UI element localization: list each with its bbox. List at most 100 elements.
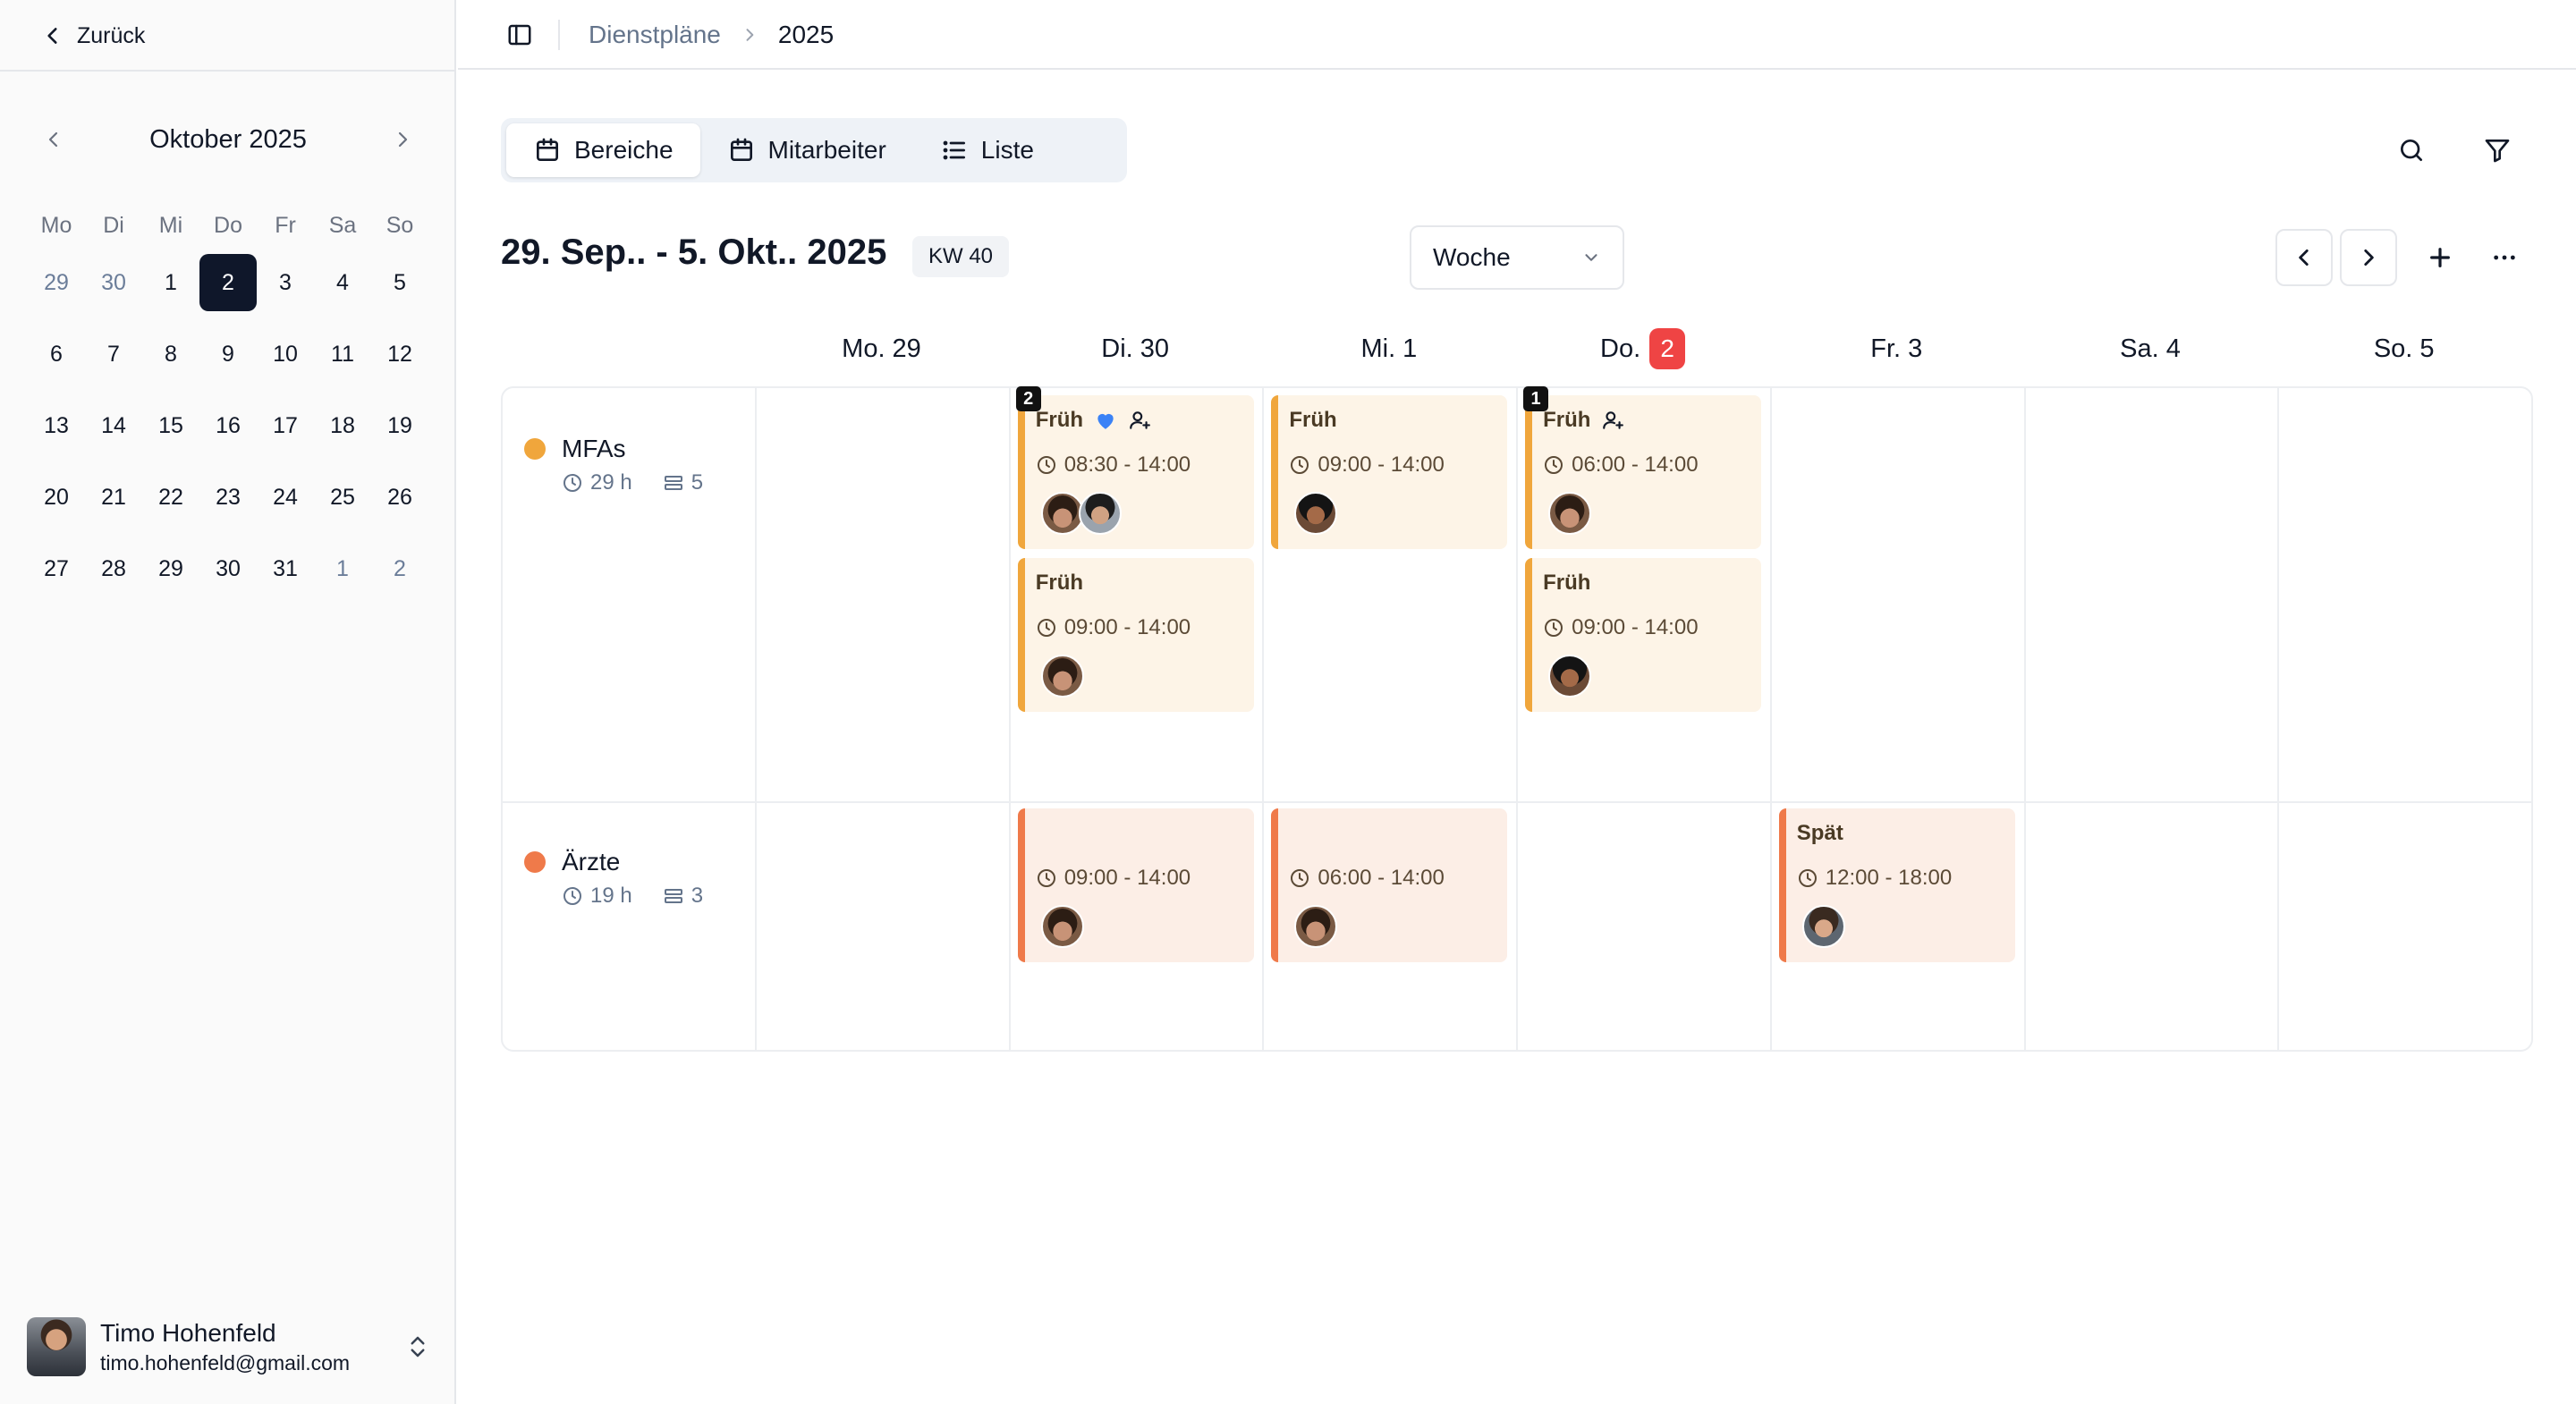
area-color-dot	[524, 438, 546, 460]
toolbar-divider	[558, 20, 560, 50]
avatar[interactable]	[1801, 905, 1845, 948]
shift-card[interactable]: Früh 09:00 - 14:00	[1271, 395, 1508, 549]
shift-card[interactable]: 1 Früh 06:00 - 14:00	[1523, 386, 1762, 549]
calendar-day[interactable]: 22	[142, 469, 199, 526]
calendar-day[interactable]: 14	[85, 397, 142, 454]
shift-count-badge: 2	[1015, 386, 1041, 411]
user-email: timo.hohenfeld@gmail.com	[100, 1350, 351, 1374]
shift-title: Früh	[1543, 571, 1591, 595]
shift-title-row: Früh	[1289, 408, 1336, 433]
assigned-staff	[1040, 655, 1084, 698]
more-options-button[interactable]	[2483, 236, 2526, 279]
view-range-select[interactable]: Woche	[1410, 225, 1624, 290]
breadcrumb-dienstplaene[interactable]: Dienstpläne	[589, 21, 721, 49]
calendar-day[interactable]: 19	[371, 397, 428, 454]
calendar-day[interactable]: 17	[257, 397, 314, 454]
shift-title: Früh	[1543, 408, 1591, 432]
prev-week-button[interactable]	[2275, 229, 2333, 286]
shift-card[interactable]: 2 Früh 08:30 - 14:00	[1015, 386, 1254, 549]
search-button[interactable]	[2390, 129, 2433, 172]
view-tabs: Bereiche Mitarbeiter Liste	[501, 118, 1127, 182]
tab-label: Bereiche	[574, 136, 674, 164]
calendar-day[interactable]: 30	[199, 540, 257, 597]
calendar-day[interactable]: 4	[314, 254, 371, 311]
avatar[interactable]	[1294, 492, 1338, 535]
filter-button[interactable]	[2476, 129, 2519, 172]
calendar-day[interactable]: 1	[314, 540, 371, 597]
calendar-weekday: Mo	[40, 212, 72, 238]
user-plus-icon[interactable]	[1601, 409, 1624, 432]
grid-row-divider	[503, 801, 2531, 803]
layers-icon	[664, 476, 682, 490]
calendar-day[interactable]: 20	[28, 469, 85, 526]
tab-mitarbeiter[interactable]: Mitarbeiter	[700, 123, 913, 177]
shift-title: Spät	[1796, 821, 1843, 845]
next-month-button[interactable]	[381, 118, 424, 161]
heart-icon	[1097, 413, 1114, 429]
calendar-day[interactable]: 7	[85, 326, 142, 383]
shift-card[interactable]: Früh 09:00 - 14:00	[1017, 558, 1254, 712]
calendar-day[interactable]: 8	[142, 326, 199, 383]
calendar-day[interactable]: 6	[28, 326, 85, 383]
shift-card[interactable]: Spät 12:00 - 18:00	[1778, 808, 2015, 962]
area-hours: 29 h	[590, 470, 632, 495]
avatar[interactable]	[1040, 492, 1084, 535]
shift-time-row: 09:00 - 14:00	[1289, 452, 1445, 478]
sidebar-toggle-button[interactable]	[503, 18, 537, 52]
calendar-day[interactable]: 31	[257, 540, 314, 597]
avatar[interactable]	[1040, 655, 1084, 698]
day-header: Do. 2	[1516, 324, 1769, 374]
calendar-day[interactable]: 15	[142, 397, 199, 454]
calendar-day[interactable]: 29	[28, 254, 85, 311]
calendar-day[interactable]: 24	[257, 469, 314, 526]
day-header: Di. 30	[1009, 324, 1262, 374]
calendar-day[interactable]: 25	[314, 469, 371, 526]
calendar-day[interactable]: 10	[257, 326, 314, 383]
calendar-day[interactable]: 21	[85, 469, 142, 526]
calendar-day[interactable]: 16	[199, 397, 257, 454]
calendar-day[interactable]: 23	[199, 469, 257, 526]
calendar-day[interactable]: 1	[142, 254, 199, 311]
clock-icon	[564, 474, 581, 492]
tab-liste[interactable]: Liste	[913, 123, 1061, 177]
calendar-day[interactable]: 30	[85, 254, 142, 311]
assigned-staff	[1801, 905, 1845, 948]
avatar[interactable]	[1548, 492, 1592, 535]
calendar-day[interactable]: 9	[199, 326, 257, 383]
calendar-week-badge: KW 40	[912, 236, 1010, 277]
calendar-day-selected[interactable]: 2	[199, 254, 257, 311]
back-button[interactable]: Zurück	[41, 18, 145, 54]
day-header-label: Mo. 29	[842, 334, 921, 363]
shift-time-row: 09:00 - 14:00	[1036, 615, 1191, 640]
clock-icon	[1037, 869, 1055, 887]
calendar-day[interactable]: 18	[314, 397, 371, 454]
user-plus-icon[interactable]	[1128, 409, 1151, 432]
assigned-staff	[1548, 492, 1592, 535]
tab-label: Liste	[980, 136, 1034, 164]
avatar[interactable]	[1040, 905, 1084, 948]
next-week-button[interactable]	[2340, 229, 2397, 286]
avatar[interactable]	[1078, 492, 1122, 535]
user-menu[interactable]: Timo Hohenfeld timo.hohenfeld@gmail.com	[27, 1315, 431, 1379]
calendar-day[interactable]: 27	[28, 540, 85, 597]
calendar-day[interactable]: 11	[314, 326, 371, 383]
tab-bereiche[interactable]: Bereiche	[506, 123, 700, 177]
calendar-day[interactable]: 5	[371, 254, 428, 311]
avatar[interactable]	[1294, 905, 1338, 948]
shift-card[interactable]: 06:00 - 14:00	[1271, 808, 1508, 962]
breadcrumb: Dienstpläne 2025	[589, 18, 834, 52]
calendar-day[interactable]: 13	[28, 397, 85, 454]
shift-card[interactable]: Früh 09:00 - 14:00	[1525, 558, 1762, 712]
add-shift-button[interactable]	[2419, 236, 2462, 279]
avatar[interactable]	[1548, 655, 1592, 698]
shift-time: 06:00 - 14:00	[1572, 452, 1699, 477]
prev-month-button[interactable]	[32, 118, 75, 161]
shift-card[interactable]: 09:00 - 14:00	[1017, 808, 1254, 962]
calendar-day[interactable]: 3	[257, 254, 314, 311]
calendar-day[interactable]: 2	[371, 540, 428, 597]
calendar-day[interactable]: 29	[142, 540, 199, 597]
calendar-day[interactable]: 26	[371, 469, 428, 526]
calendar-day[interactable]: 28	[85, 540, 142, 597]
shift-time-row: 09:00 - 14:00	[1036, 866, 1191, 891]
calendar-day[interactable]: 12	[371, 326, 428, 383]
